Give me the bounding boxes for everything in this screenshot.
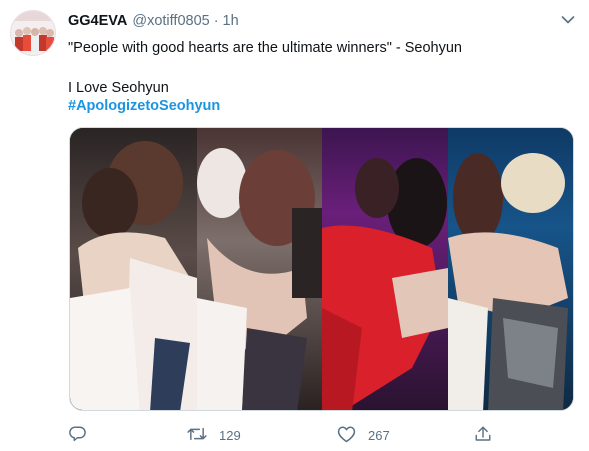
tweet-time[interactable]: 1h	[223, 13, 239, 29]
user-handle[interactable]: @xotiff0805	[132, 13, 209, 29]
hashtag-link[interactable]: #ApologizetoSeohyun	[68, 96, 220, 116]
heart-icon	[337, 425, 356, 446]
like-button[interactable]: 267	[337, 424, 390, 446]
tweet-media[interactable]	[69, 127, 574, 411]
reply-icon	[69, 425, 87, 446]
retweet-button[interactable]: 129	[187, 424, 241, 446]
tweet-header: GG4EVA @xotiff0805 · 1h	[68, 11, 239, 31]
media-photo-1[interactable]	[70, 128, 197, 410]
avatar[interactable]	[10, 10, 56, 56]
share-icon	[474, 425, 492, 446]
tweet-text-quote: "People with good hearts are the ultimat…	[68, 40, 462, 56]
retweet-count: 129	[219, 427, 241, 443]
media-photo-3[interactable]	[322, 128, 448, 410]
share-button[interactable]	[474, 424, 492, 446]
more-options-button[interactable]	[559, 13, 577, 29]
tweet-actions: 129 267	[69, 424, 574, 446]
like-count: 267	[368, 427, 390, 443]
retweet-icon	[187, 425, 207, 446]
media-photo-4[interactable]	[448, 128, 573, 410]
tweet-text-love: I Love Seohyun	[68, 80, 169, 96]
separator-dot: ·	[213, 13, 219, 29]
media-photo-2[interactable]	[197, 128, 322, 410]
reply-button[interactable]	[69, 424, 87, 446]
display-name[interactable]: GG4EVA	[68, 13, 127, 29]
chevron-down-icon	[561, 12, 575, 30]
